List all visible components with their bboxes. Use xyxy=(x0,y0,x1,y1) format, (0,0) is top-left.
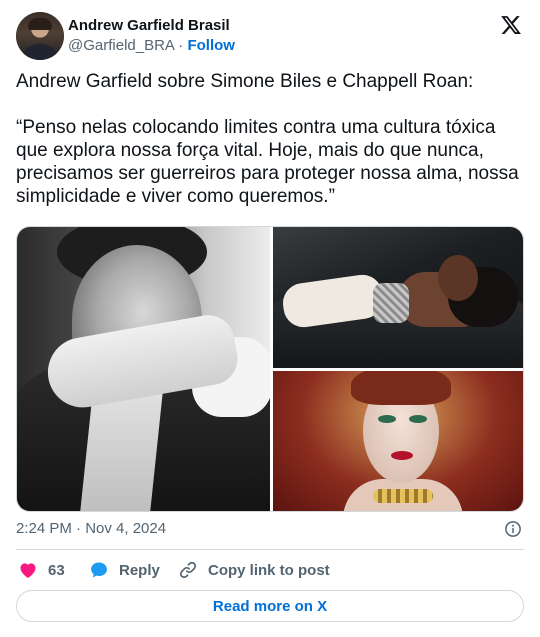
media-photo-simone-biles[interactable] xyxy=(273,227,523,368)
author-handle[interactable]: @Garfield_BRA xyxy=(68,37,174,54)
link-icon xyxy=(179,561,197,579)
media-photo-chappell-roan[interactable] xyxy=(273,371,523,511)
reply-label: Reply xyxy=(119,561,160,579)
reply-bubble-icon xyxy=(91,562,107,578)
author-display-name[interactable]: Andrew Garfield Brasil xyxy=(68,16,235,36)
like-button[interactable]: 63 xyxy=(18,560,65,580)
post-header: Andrew Garfield Brasil @Garfield_BRA · F… xyxy=(16,12,524,60)
info-icon[interactable] xyxy=(504,520,522,538)
like-count: 63 xyxy=(48,561,65,579)
post-text: Andrew Garfield sobre Simone Biles e Cha… xyxy=(16,71,519,207)
reply-button[interactable]: Reply xyxy=(89,560,160,580)
copy-link-button[interactable]: Copy link to post xyxy=(178,560,330,580)
avatar[interactable] xyxy=(16,12,64,60)
media-grid xyxy=(16,226,524,512)
x-logo-icon[interactable] xyxy=(500,14,522,36)
handle-separator: · xyxy=(178,37,184,54)
follow-button[interactable]: Follow xyxy=(187,37,235,54)
author-info: Andrew Garfield Brasil @Garfield_BRA · F… xyxy=(68,16,235,56)
action-bar: 63 Reply Copy link to post xyxy=(16,560,524,580)
copy-link-label: Copy link to post xyxy=(208,561,330,579)
author-handle-row: @Garfield_BRA · Follow xyxy=(68,36,235,56)
embedded-post: Andrew Garfield Brasil @Garfield_BRA · F… xyxy=(0,0,540,637)
read-more-button[interactable]: Read more on X xyxy=(16,590,524,622)
divider xyxy=(16,549,524,550)
heart-icon xyxy=(20,563,36,578)
media-photo-andrew-garfield[interactable] xyxy=(17,227,270,511)
post-timestamp[interactable]: 2:24 PM · Nov 4, 2024 xyxy=(16,519,166,539)
